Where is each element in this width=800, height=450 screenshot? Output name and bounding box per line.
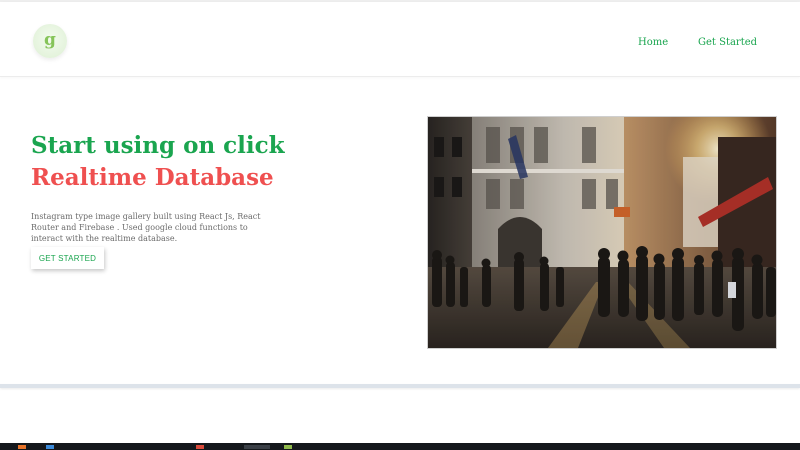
hero-title-line-1: Start using on click bbox=[31, 132, 285, 159]
logo-letter: g bbox=[44, 29, 56, 50]
logo[interactable]: g bbox=[33, 24, 67, 58]
taskbar-app-icon[interactable] bbox=[196, 445, 204, 449]
taskbar-app-icon[interactable] bbox=[244, 445, 270, 449]
section-divider bbox=[0, 384, 800, 388]
city-street-photo bbox=[427, 116, 777, 349]
hero-description: Instagram type image gallery built using… bbox=[31, 212, 261, 243]
get-started-button[interactable]: GET STARTED bbox=[31, 247, 104, 269]
nav-get-started-link[interactable]: Get Started bbox=[698, 37, 757, 48]
nav-home-link[interactable]: Home bbox=[638, 37, 668, 48]
navbar: g bbox=[0, 2, 800, 77]
hero-title-line-2: Realtime Database bbox=[31, 164, 274, 191]
os-taskbar[interactable] bbox=[0, 443, 800, 450]
taskbar-app-icon[interactable] bbox=[46, 445, 54, 449]
taskbar-app-icon[interactable] bbox=[284, 445, 292, 449]
taskbar-app-icon[interactable] bbox=[18, 445, 26, 449]
